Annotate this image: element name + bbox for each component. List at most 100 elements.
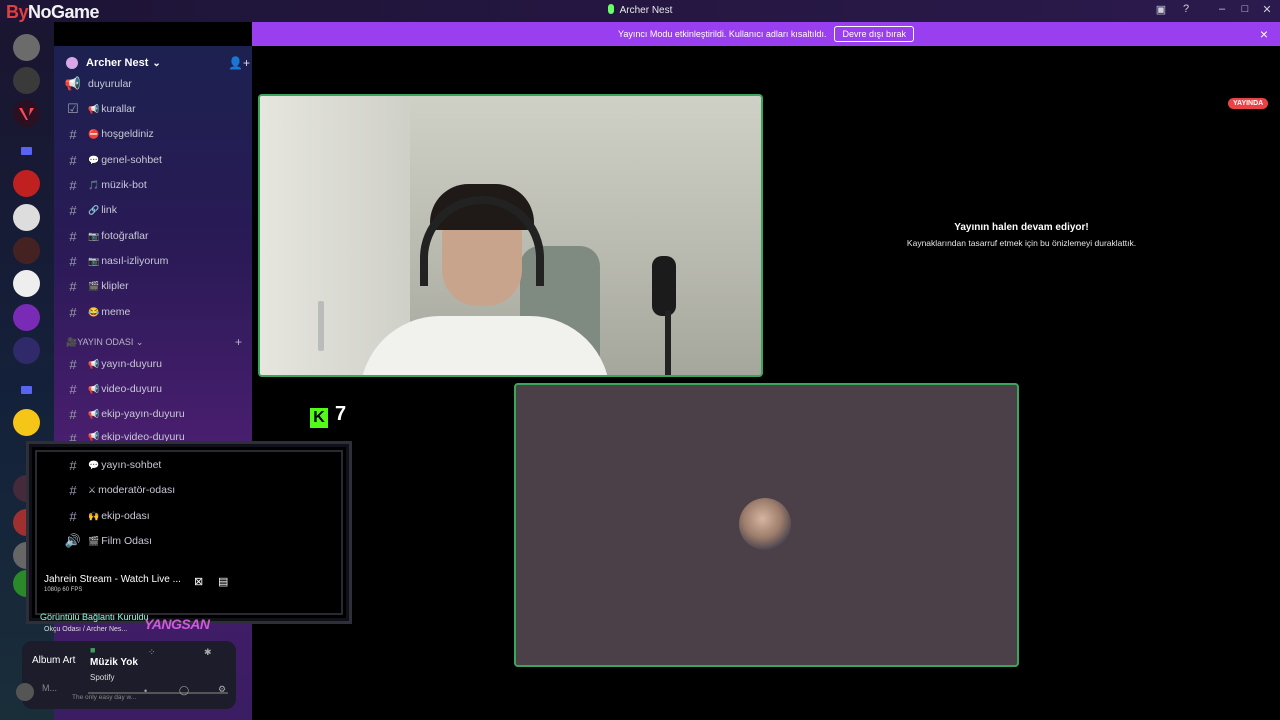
hash-lock-icon: #	[69, 457, 77, 473]
channel-item[interactable]: # 📢 ekip-video-duyuru	[62, 431, 244, 441]
maximize-button[interactable]: □	[1237, 3, 1253, 15]
hash-icon: #	[69, 381, 77, 397]
server-icon[interactable]	[13, 270, 40, 297]
valorant-server-icon[interactable]	[13, 100, 40, 127]
channel-label: duyurular	[88, 78, 132, 90]
channel-label: nasıl-izliyorum	[101, 255, 169, 267]
grid-icon[interactable]: ⁘	[148, 647, 156, 658]
hash-icon: #	[69, 202, 77, 218]
avatar[interactable]	[16, 683, 34, 701]
spotify-icon: ■	[90, 645, 96, 655]
activity-title: Jahrein Stream - Watch Live ...	[44, 574, 181, 585]
category-label: 🎥YAYIN ODASI	[66, 337, 134, 347]
voice-participant-tile[interactable]	[514, 383, 1019, 667]
folder-icon[interactable]	[13, 376, 40, 403]
category-yayin-odasi[interactable]: 🎥YAYIN ODASI ⌄ +	[66, 335, 246, 349]
server-badge-icon	[66, 57, 78, 69]
voice-channel-item[interactable]: 🔊 🎬 Film Odası	[62, 532, 244, 550]
speaker-icon: 🔊	[64, 533, 82, 548]
live-badge: YAYINDA	[1228, 98, 1269, 109]
stream-settings-icon[interactable]: ▤	[218, 575, 228, 588]
server-icon[interactable]	[13, 204, 40, 231]
lol-server-icon[interactable]	[13, 409, 40, 436]
channel-item[interactable]: # 🔗 link	[62, 201, 244, 219]
folder-icon[interactable]	[13, 137, 40, 164]
status-tagline: The only easy day w...	[72, 694, 137, 701]
channel-item[interactable]: # 📢 ekip-yayın-duyuru	[62, 405, 244, 423]
dot-icon: •	[144, 686, 148, 696]
gear-icon[interactable]: ⚙	[218, 684, 226, 695]
hash-lock-icon: #	[69, 304, 77, 320]
hash-icon: #	[69, 177, 77, 193]
channel-label: müzik-bot	[101, 179, 147, 191]
channel-item[interactable]: # ⚔ moderatör-odası	[62, 481, 244, 499]
disable-streamer-mode-button[interactable]: Devre dışı bırak	[834, 26, 914, 42]
channel-item[interactable]: 📢 duyurular	[62, 75, 244, 93]
channel-item[interactable]: # 📷 nasıl-izliyorum	[62, 252, 244, 270]
channel-item[interactable]: # 😂 meme	[62, 303, 244, 321]
minimize-button[interactable]: –	[1214, 3, 1230, 15]
server-header[interactable]: Archer Nest ⌄	[66, 55, 246, 71]
server-icon[interactable]	[13, 337, 40, 364]
album-art: Album Art	[32, 655, 76, 666]
server-icon[interactable]	[13, 170, 40, 197]
hash-lock-icon: #	[69, 508, 77, 524]
hash-lock-icon: #	[69, 278, 77, 294]
channel-item[interactable]: # 💬 genel-sohbet	[62, 151, 244, 169]
rules-icon: ☑	[67, 101, 79, 116]
channel-label: yayın-duyuru	[101, 358, 162, 370]
server-icon[interactable]	[13, 34, 40, 61]
hash-lock-icon: #	[69, 253, 77, 269]
chevron-down-icon: ⌄	[152, 57, 161, 69]
streamer-mode-banner: Yayıncı Modu etkinleştirildi. Kullanıcı …	[252, 22, 1280, 46]
channel-item[interactable]: # 🎵 müzik-bot	[62, 176, 244, 194]
channel-item[interactable]: # 🙌 ekip-odası	[62, 507, 244, 525]
channel-label: ekip-odası	[101, 510, 150, 522]
banner-close-icon[interactable]: ×	[1260, 26, 1268, 42]
kick-count: 7	[335, 403, 347, 425]
neon-overlay-text: YANGSAN	[144, 616, 210, 632]
channel-label: Film Odası	[101, 535, 152, 547]
music-source: Spotify	[90, 673, 115, 682]
channel-label: fotoğraflar	[101, 230, 149, 242]
channel-item[interactable]: # 💬 yayın-sohbet	[62, 456, 244, 474]
screen-share-icon[interactable]: ▣	[1153, 3, 1169, 16]
channel-label: klipler	[101, 280, 129, 292]
channel-item[interactable]: # 📢 yayın-duyuru	[62, 355, 244, 373]
channel-item[interactable]: ☑ 📢 kurallar	[62, 100, 244, 118]
hash-icon: #	[69, 152, 77, 168]
hash-lock-icon: #	[69, 228, 77, 244]
title-bar: ByNoGame Archer Nest ▣ ? – □ ✕	[0, 0, 1280, 22]
hash-icon: #	[69, 126, 77, 142]
server-icon[interactable]	[13, 67, 40, 94]
hash-icon: #	[69, 406, 77, 422]
close-window-button[interactable]: ✕	[1259, 3, 1275, 16]
channel-label: yayın-sohbet	[101, 459, 162, 471]
add-channel-icon[interactable]: +	[235, 335, 242, 349]
webcam-video-feed[interactable]	[258, 94, 763, 377]
kick-counter: K7	[310, 403, 346, 428]
paw-server-icon[interactable]	[13, 304, 40, 331]
music-title: Müzik Yok	[90, 657, 138, 668]
stream-activity-card[interactable]: Jahrein Stream - Watch Live ... 1080p 60…	[36, 568, 248, 604]
channel-item[interactable]: # 🎬 klipler	[62, 277, 244, 295]
server-name: Archer Nest	[86, 57, 149, 69]
voice-location[interactable]: Okçu Odası / Archer Nes...	[44, 626, 127, 633]
channel-label: ekip-video-duyuru	[101, 431, 185, 441]
stop-stream-icon[interactable]: ⊠	[194, 575, 203, 588]
loop-icon[interactable]: ◯	[179, 685, 189, 696]
channel-item[interactable]: # 📢 video-duyuru	[62, 380, 244, 398]
voice-connection-status: Görüntülü Bağlantı Kuruldu	[40, 612, 149, 622]
channel-item[interactable]: # 📷 fotoğraflar	[62, 227, 244, 245]
channel-item[interactable]: # ⛔ hoşgeldiniz	[62, 125, 244, 143]
loading-icon[interactable]: ✱	[204, 647, 212, 658]
channel-label: video-duyuru	[101, 383, 162, 395]
window-title: Archer Nest	[0, 4, 1280, 16]
server-icon[interactable]	[13, 237, 40, 264]
music-widget: Album Art ■ Müzik Yok Spotify ⁘ ✱ • ◯ ⚙ …	[22, 641, 236, 709]
help-icon[interactable]: ?	[1178, 3, 1194, 15]
chevron-down-icon: ⌄	[135, 337, 144, 347]
activity-quality: 1080p 60 FPS	[44, 587, 83, 593]
invite-people-icon[interactable]: 👤+	[228, 56, 250, 70]
channel-label: link	[101, 204, 117, 216]
